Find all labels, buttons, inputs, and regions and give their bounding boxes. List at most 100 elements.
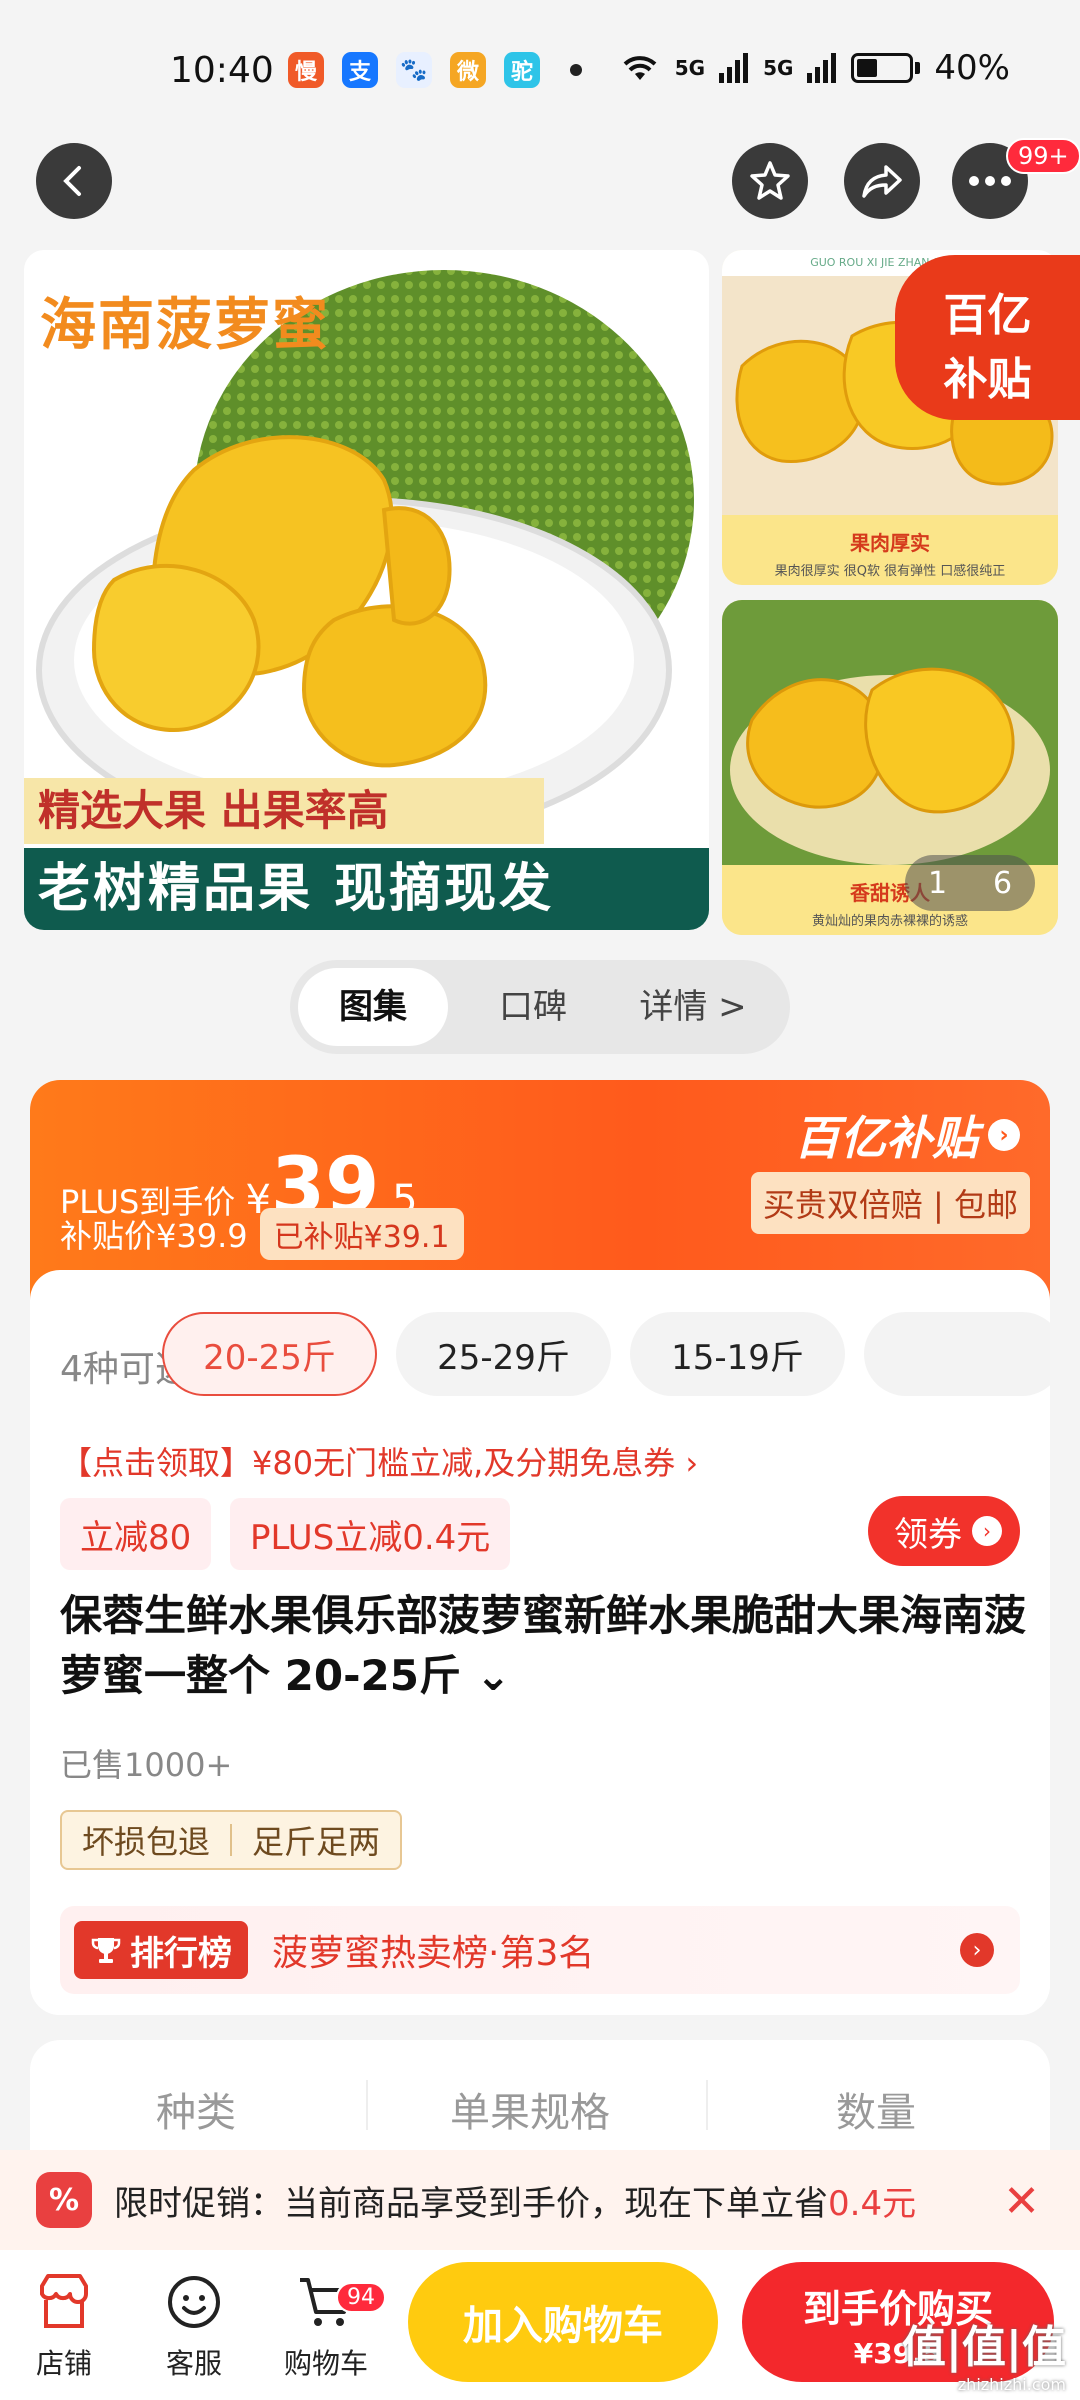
site-watermark: 值|值|值 zhizhizhi.com (902, 2311, 1066, 2394)
battery-cap (915, 62, 921, 74)
subsidized-chip: 已补贴¥39.1 (259, 1208, 464, 1260)
subsidy-price: 补贴价¥39.9 (60, 1217, 248, 1255)
claim-coupon-label: 领券 (894, 1514, 962, 1555)
guarantee-tags[interactable]: 坏损包退 足斤足两 (60, 1810, 403, 1870)
status-time: 10:40 (170, 50, 274, 91)
promo-tag-instant: 立减80 (60, 1498, 212, 1570)
battery-icon (851, 53, 914, 83)
customer-service-button[interactable]: 客服 (144, 2272, 244, 2382)
smiley-chat-icon (144, 2272, 244, 2342)
baidu-app-icon: 🐾 (396, 52, 432, 88)
tab-reviews[interactable]: 口碑 (468, 968, 598, 1046)
guarantee-full-weight: 足斤足两 (252, 1823, 381, 1861)
spec-col-type: 种类 (156, 2090, 236, 2136)
ranking-badge-label: 排行榜 (130, 1933, 232, 1974)
gallery-main-title: 海南菠萝蜜 (40, 293, 330, 358)
spec-col-size: 单果规格 (450, 2090, 610, 2136)
subsidy-badge-line1: 百亿 (943, 290, 1032, 341)
alipay-app-icon: 支 (342, 52, 378, 88)
watermark-url: zhizhizhi.com (957, 2375, 1066, 2394)
battery-percent: 40% (934, 48, 1010, 88)
status-right: 5G 5G 40% (619, 48, 1010, 88)
gallery-band-1: 精选大果 出果率高 (24, 778, 544, 844)
spec-chip-20-25[interactable]: 20-25斤 (162, 1312, 377, 1396)
thumb-1-subcaption: 果肉很厚实 很Q软 很有弹性 口感很纯正 (774, 564, 1006, 579)
jackfruit-bowl-image (722, 600, 1058, 865)
signal-5g-label-1: 5G (674, 56, 706, 80)
signal-bars-icon (719, 53, 749, 83)
promo-tag-plus: PLUS立减0.4元 (230, 1498, 511, 1570)
thumb-1-caption-area: 果肉厚实 果肉很厚实 很Q软 很有弹性 口感很纯正 (722, 515, 1058, 585)
ranking-text: 菠萝蜜热卖榜·第3名 (272, 1933, 595, 1974)
gallery-main-image[interactable]: 海南菠萝蜜 精选大果 出果率高 老树精品果 现摘现发 (24, 250, 709, 930)
status-bar: 10:40 慢 支 🐾 微 驼 5G 5G 40% (0, 0, 1080, 140)
watermark-logo: 值|值|值 (901, 2322, 1066, 2373)
share-button[interactable] (844, 143, 920, 219)
spec-col-qty: 数量 (836, 2090, 916, 2136)
guarantee-damage-refund: 坏损包退 (82, 1823, 211, 1861)
favorite-button[interactable] (732, 143, 808, 219)
spec-chip-15-19[interactable]: 15-19斤 (630, 1312, 845, 1396)
spec-chip-more[interactable] (864, 1312, 1050, 1396)
service-tags: 买贵双倍赔 | 包邮 (750, 1172, 1030, 1234)
store-icon (14, 2272, 114, 2342)
signal-bars-icon-2 (807, 53, 837, 83)
product-title[interactable]: 保蓉生鲜水果俱乐部菠萝蜜新鲜水果脆甜大果海南菠萝蜜一整个 20-25斤 ⌄ (60, 1586, 1040, 1706)
store-button[interactable]: 店铺 (14, 2272, 114, 2382)
subsidy-badge-line2: 补贴 (943, 354, 1032, 405)
chevron-right-icon: › (960, 1933, 994, 1967)
store-label: 店铺 (35, 2347, 92, 2380)
promo-bar-text: 限时促销：当前商品享受到手价，现在下单立省0.4元 (114, 2176, 916, 2225)
add-to-cart-button[interactable]: 加入购物车 (408, 2262, 718, 2382)
gallery-tabs: 图集 口碑 详情 > (290, 960, 790, 1054)
percent-discount-icon: % (36, 2172, 92, 2228)
gallery-counter: 1 6 (905, 855, 1035, 911)
subsidy-brand-link[interactable]: 百亿补贴 › (794, 1102, 1020, 1168)
share-icon (862, 165, 902, 198)
gallery-counter-current: 1 (927, 865, 948, 901)
ranking-badge: 排行榜 (74, 1921, 248, 1979)
tab-gallery[interactable]: 图集 (298, 968, 448, 1046)
subsidy-badge: 百亿 补贴 (895, 255, 1080, 420)
chevron-left-icon (63, 166, 81, 196)
tab-details[interactable]: 详情 > (608, 968, 778, 1046)
back-button[interactable] (36, 143, 112, 219)
camel-app-icon: 驼 (504, 52, 540, 88)
sold-count: 已售1000+ (60, 1746, 233, 1784)
star-icon (750, 161, 790, 200)
product-info: 4种可选 20-25斤 25-29斤 15-19斤 【点击领取】¥80无门槛立减… (30, 1270, 1050, 2015)
status-app-icons: 慢 支 🐾 微 驼 (288, 52, 582, 88)
cart-button[interactable]: 购物车 94 (276, 2272, 386, 2382)
coupon-claim-link[interactable]: 【点击领取】¥80无门槛立减,及分期免息券 › (60, 1438, 698, 1484)
subsidy-brand-label: 百亿补贴 (794, 1111, 978, 1165)
price-card: PLUS到手价 ¥39.5 补贴价¥39.9 已补贴¥39.1 百亿补贴 › 买… (30, 1080, 1050, 2015)
gallery-counter-total: 6 (992, 865, 1013, 901)
chevron-right-icon: › (972, 1516, 1002, 1546)
cart-label: 购物车 (283, 2347, 368, 2380)
promo-bar-prefix: 限时促销：当前商品享受到手价，现在下单立省 (114, 2183, 828, 2224)
product-detail-page: 10:40 慢 支 🐾 微 驼 5G 5G 40% 99+ 海南菠萝蜜 精选大果… (0, 0, 1080, 2400)
thumb-1-caption: 果肉厚实 (850, 531, 930, 555)
spec-divider-2 (706, 2080, 708, 2130)
wifi-icon (623, 56, 657, 80)
chevron-right-icon: › (988, 1119, 1020, 1151)
subsidy-price-row: 补贴价¥39.9 已补贴¥39.1 (60, 1208, 464, 1260)
close-icon[interactable]: ✕ (1003, 2176, 1040, 2227)
weibo-app-icon: 微 (450, 52, 486, 88)
spec-chip-25-29[interactable]: 25-29斤 (396, 1312, 611, 1396)
more-badge: 99+ (1006, 138, 1080, 174)
spec-table-header: 种类 单果规格 数量 (30, 2040, 1050, 2160)
thumb-2-subcaption: 黄灿灿的果肉赤裸裸的诱惑 (811, 914, 968, 929)
promo-bar-amount: 0.4元 (828, 2183, 917, 2224)
cart-count-badge: 94 (336, 2282, 386, 2313)
manmanmai-app-icon: 慢 (288, 52, 324, 88)
limited-promo-bar[interactable]: % 限时促销：当前商品享受到手价，现在下单立省0.4元 ✕ (0, 2150, 1080, 2250)
more-dots-icon (969, 176, 1011, 186)
claim-coupon-button[interactable]: 领券 › (868, 1496, 1020, 1566)
trophy-icon (91, 1938, 121, 1963)
spec-divider (366, 2080, 368, 2130)
ranking-banner[interactable]: 排行榜 菠萝蜜热卖榜·第3名 › (60, 1906, 1020, 1994)
signal-5g-label-2: 5G (763, 56, 794, 80)
bottom-action-bar: 店铺 客服 购物车 94 加入购物车 到手价购买 ¥39.5 值|值|值 zhi… (0, 2250, 1080, 2400)
gallery-band-2: 老树精品果 现摘现发 (24, 848, 709, 930)
